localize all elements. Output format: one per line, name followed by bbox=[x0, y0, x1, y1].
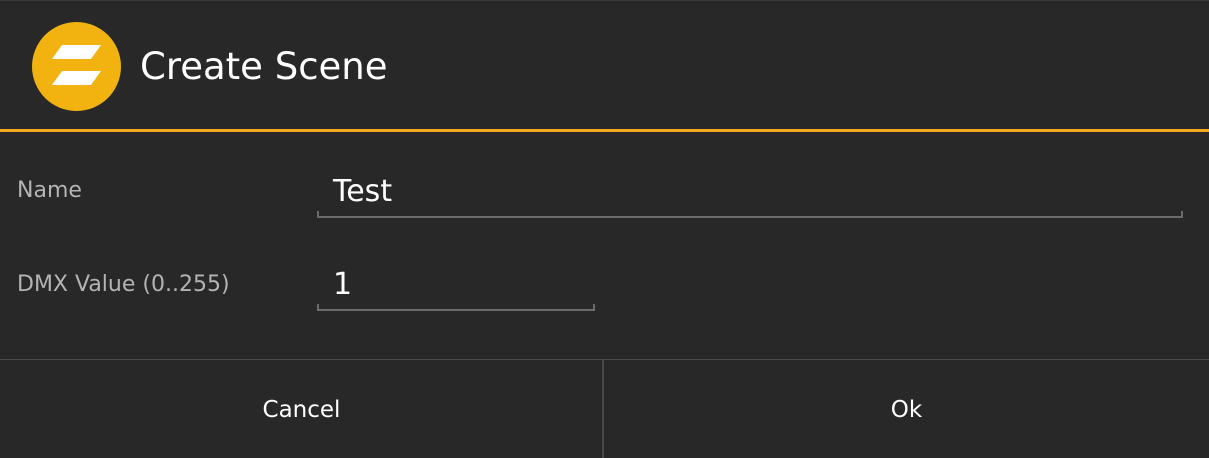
cancel-button[interactable]: Cancel bbox=[0, 360, 603, 458]
dmx-field-tick-right bbox=[593, 304, 595, 311]
create-scene-dialog: Create Scene Name Test DMX Value (0..255… bbox=[0, 0, 1209, 458]
dmx-value-field[interactable]: 1 bbox=[317, 266, 595, 311]
dmx-value-label: DMX Value (0..255) bbox=[17, 272, 230, 297]
name-field-underline bbox=[317, 216, 1183, 218]
dialog-button-bar: Cancel Ok bbox=[0, 359, 1209, 458]
name-field[interactable]: Test bbox=[317, 173, 1183, 218]
name-field-tick-right bbox=[1181, 211, 1183, 218]
ok-button[interactable]: Ok bbox=[604, 360, 1209, 458]
dmx-field-tick-left bbox=[317, 304, 319, 311]
name-field-value[interactable]: Test bbox=[333, 173, 392, 211]
header-accent-rule bbox=[0, 129, 1209, 132]
dialog-title: Create Scene bbox=[140, 45, 388, 88]
dialog-header: Create Scene bbox=[0, 1, 1209, 129]
dmx-field-underline bbox=[317, 309, 595, 311]
name-label: Name bbox=[17, 178, 82, 203]
name-field-tick-left bbox=[317, 211, 319, 218]
dmx-value-field-value[interactable]: 1 bbox=[333, 266, 352, 304]
app-logo-icon bbox=[32, 22, 121, 111]
